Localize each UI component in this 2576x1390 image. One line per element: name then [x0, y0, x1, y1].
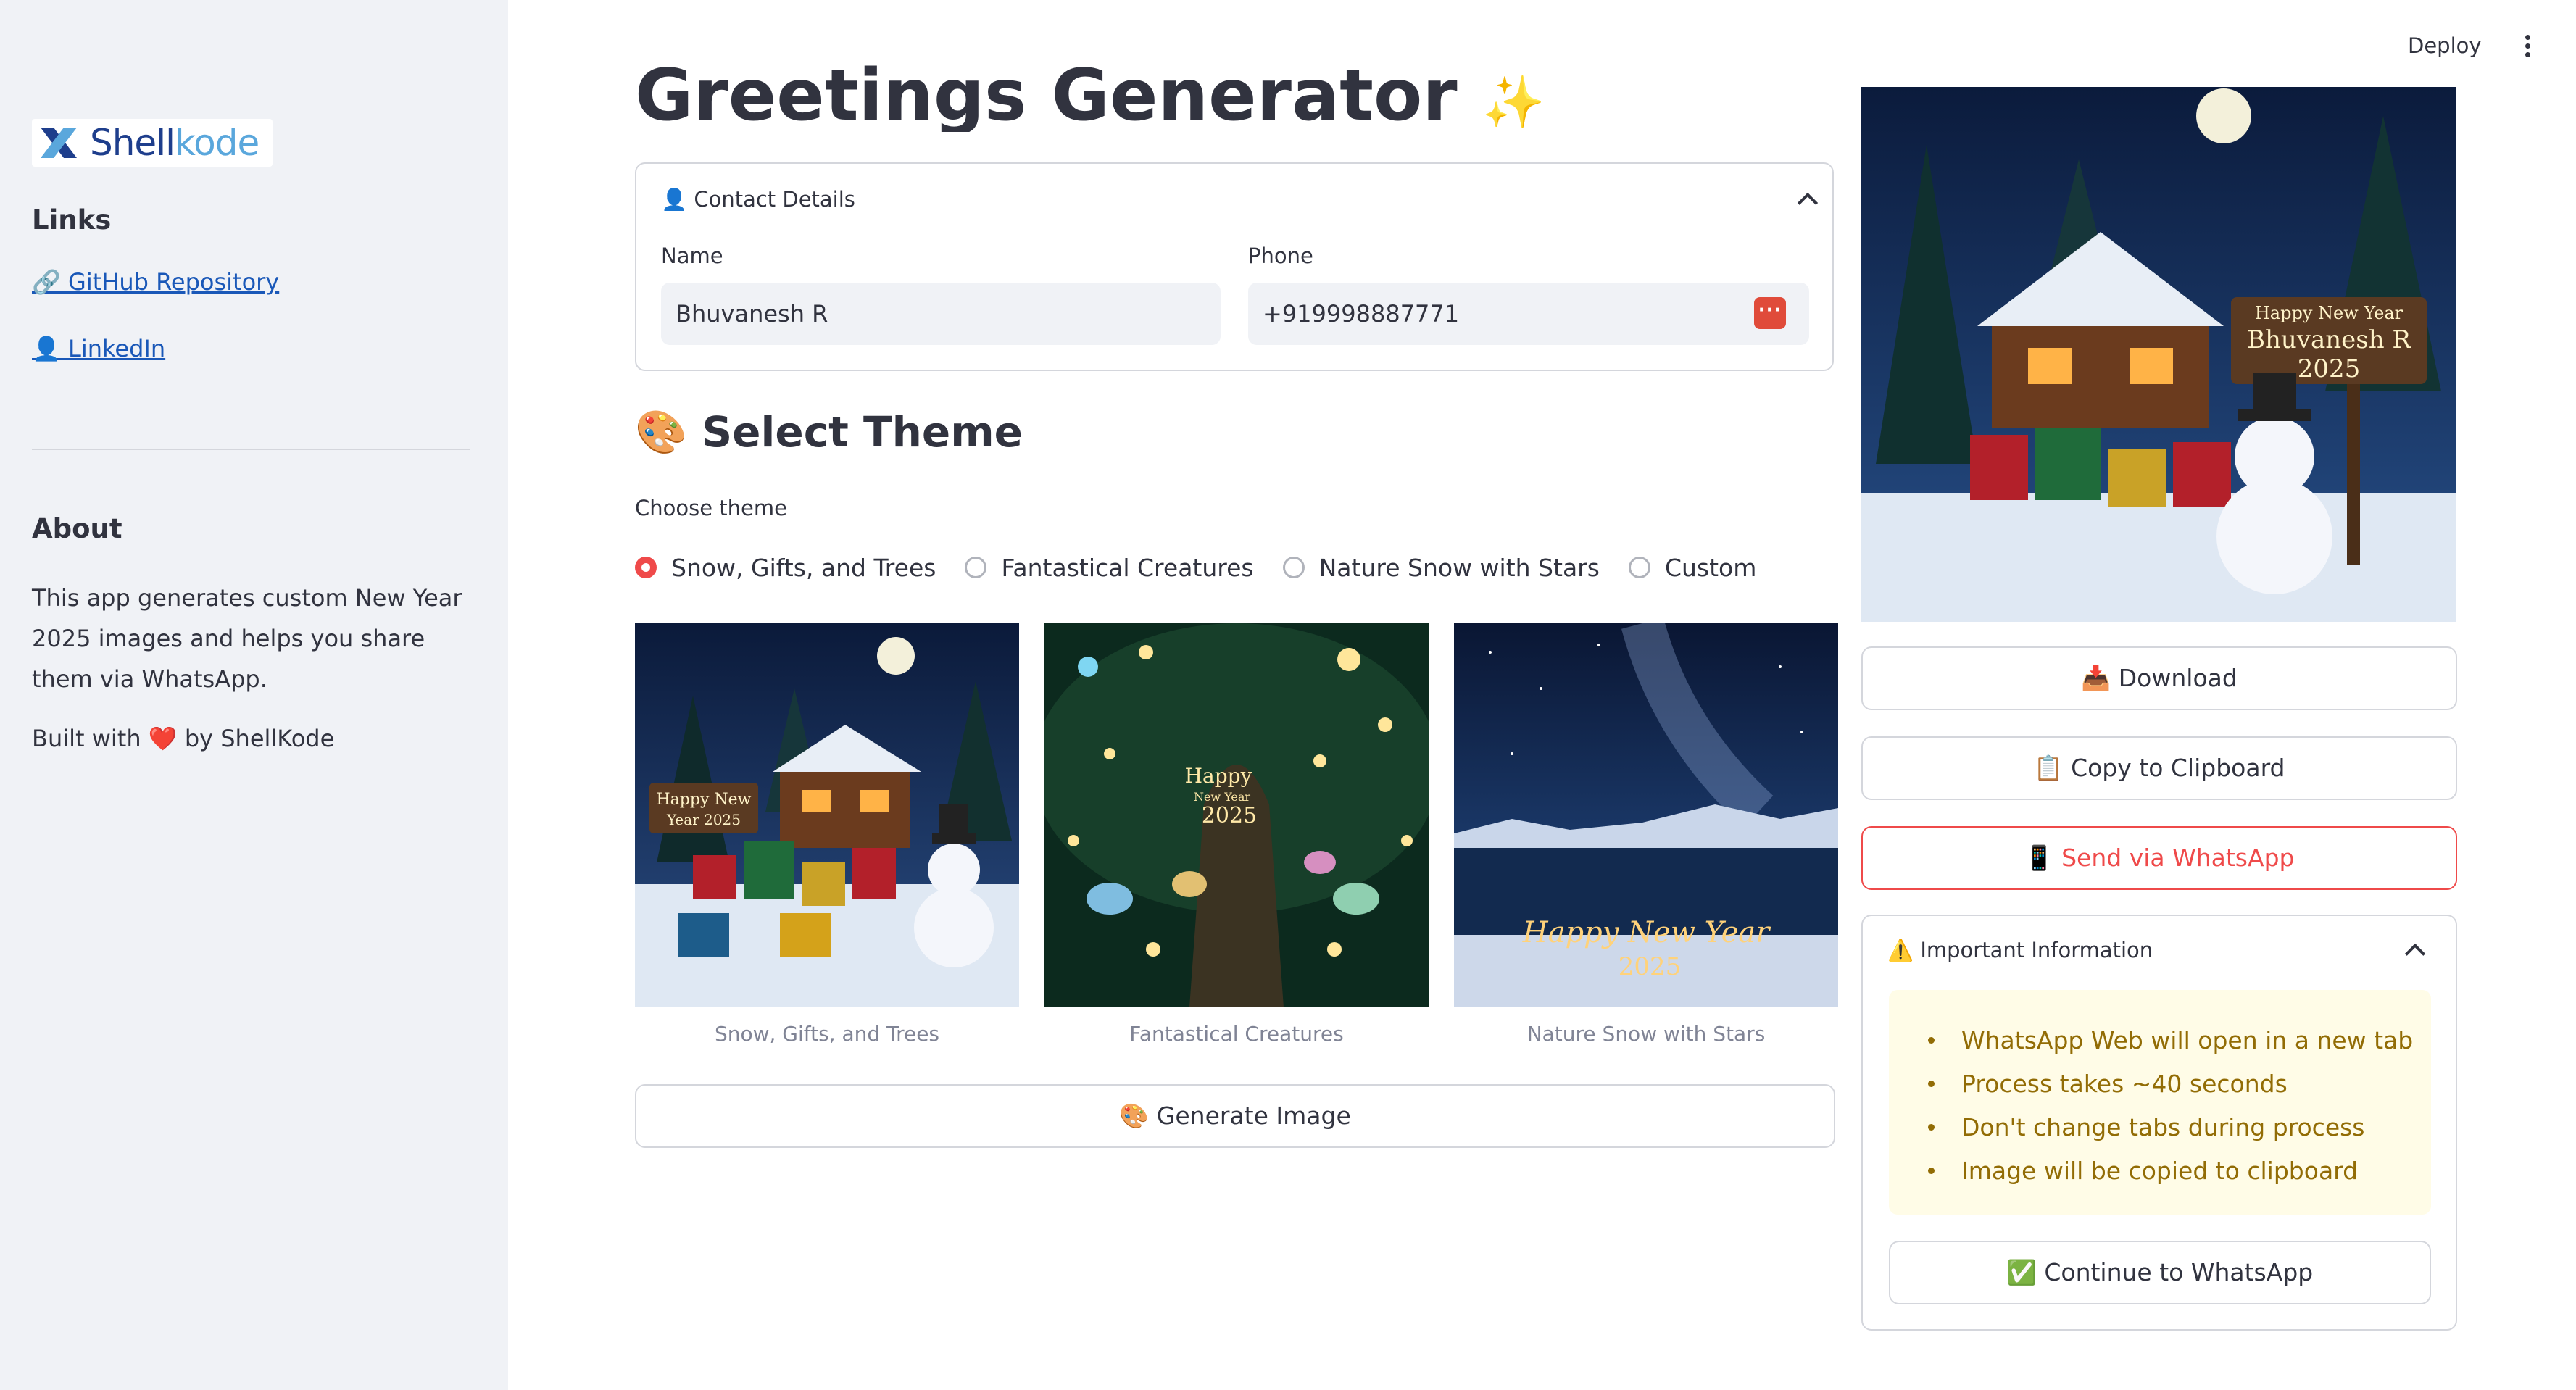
main-menu-icon[interactable] — [2524, 35, 2531, 59]
radio-icon[interactable] — [965, 557, 987, 578]
chevron-up-icon[interactable] — [1797, 192, 1819, 214]
name-input[interactable]: Bhuvanesh R — [661, 283, 1221, 345]
radio-icon[interactable] — [1628, 557, 1650, 578]
thumb1-text-a: Happy New — [657, 791, 752, 809]
warning-callout: WhatsApp Web will open in a new tab Proc… — [1889, 990, 2431, 1215]
sparkles-icon: ✨ — [1482, 72, 1545, 132]
theme-option-nature[interactable]: Nature Snow with Stars — [1282, 554, 1600, 582]
theme-option-custom[interactable]: Custom — [1628, 554, 1756, 582]
thumbnail-caption-snow: Snow, Gifts, and Trees — [714, 1022, 940, 1046]
choose-theme-label: Choose theme — [635, 496, 787, 520]
info-item: Image will be copied to clipboard — [1928, 1149, 2431, 1193]
preview-sign-a: Happy New Year — [2255, 303, 2403, 323]
thumbnail-caption-nature: Nature Snow with Stars — [1526, 1022, 1766, 1046]
page-title: Greetings Generator ✨ — [635, 54, 1545, 132]
important-information-expander: ⚠️ Important Information WhatsApp Web wi… — [1861, 915, 2457, 1331]
contact-details-expander: 👤 Contact Details Name Bhuvanesh R Phone… — [635, 162, 1834, 371]
about-heading: About — [32, 513, 122, 544]
linkedin-link[interactable]: 👤 LinkedIn — [32, 335, 165, 362]
shellkode-logo: Shellkode — [32, 119, 273, 167]
about-text: This app generates custom New Year 2025 … — [32, 584, 462, 693]
thumbnail-nature-snow-stars: Happy New Year 2025 — [1454, 623, 1838, 1007]
github-link[interactable]: 🔗 GitHub Repository — [32, 268, 279, 296]
thumb3-text-b: 2025 — [1619, 952, 1682, 981]
theme-option-fantastical[interactable]: Fantastical Creatures — [965, 554, 1254, 582]
shellkode-x-icon — [41, 128, 77, 158]
thumbnail-fantastical-creatures: Happy New Year 2025 — [1044, 623, 1429, 1007]
theme-option-snow[interactable]: Snow, Gifts, and Trees — [635, 554, 936, 582]
send-via-whatsapp-button[interactable]: 📱 Send via WhatsApp — [1861, 826, 2457, 890]
sidebar-divider — [32, 449, 470, 450]
links-heading: Links — [32, 204, 112, 236]
info-item: Process takes ~40 seconds — [1928, 1062, 2431, 1106]
sidebar: Shellkode Links 🔗 GitHub Repository 👤 Li… — [0, 0, 508, 1390]
built-with-text: Built with ❤️ by ShellKode — [32, 725, 335, 752]
preview-sign-c: 2025 — [2298, 354, 2361, 383]
theme-radio-group: Snow, Gifts, and Trees Fantastical Creat… — [635, 551, 1785, 584]
continue-to-whatsapp-button[interactable]: ✅ Continue to WhatsApp — [1889, 1241, 2431, 1304]
deploy-button[interactable]: Deploy — [2408, 33, 2482, 58]
generate-image-button[interactable]: 🎨 Generate Image — [635, 1084, 1835, 1148]
chevron-up-icon[interactable] — [2404, 943, 2426, 965]
contact-details-label[interactable]: 👤 Contact Details — [661, 187, 855, 212]
select-theme-heading: 🎨 Select Theme — [635, 407, 1023, 457]
phone-input[interactable]: +919998887771 — [1248, 283, 1809, 345]
generated-image-preview: Happy New Year Bhuvanesh R 2025 — [1861, 87, 2456, 622]
important-information-label[interactable]: ⚠️ Important Information — [1887, 938, 2153, 963]
thumb1-text-b: Year 2025 — [666, 811, 741, 828]
preview-sign-b: Bhuvanesh R — [2247, 325, 2411, 354]
thumb2-text-c: 2025 — [1202, 803, 1257, 828]
password-manager-icon[interactable]: ··· — [1754, 297, 1786, 329]
info-item: Don't change tabs during process — [1928, 1106, 2431, 1149]
radio-icon[interactable] — [1282, 557, 1305, 578]
info-item: WhatsApp Web will open in a new tab — [1928, 1019, 2431, 1062]
phone-label: Phone — [1248, 244, 1313, 268]
radio-selected-icon[interactable] — [635, 557, 657, 578]
download-button[interactable]: 📥 Download — [1861, 646, 2457, 710]
thumb3-text-a: Happy New Year — [1522, 916, 1771, 949]
name-label: Name — [661, 244, 723, 268]
thumb2-text-b: New Year — [1194, 790, 1250, 804]
thumbnail-caption-fantastical: Fantastical Creatures — [1129, 1022, 1344, 1046]
copy-to-clipboard-button[interactable]: 📋 Copy to Clipboard — [1861, 736, 2457, 800]
logo-wordmark: Shellkode — [90, 122, 259, 164]
thumbnail-snow-gifts-trees: Happy New Year 2025 — [635, 623, 1019, 1007]
thumb2-text-a: Happy — [1185, 764, 1252, 788]
